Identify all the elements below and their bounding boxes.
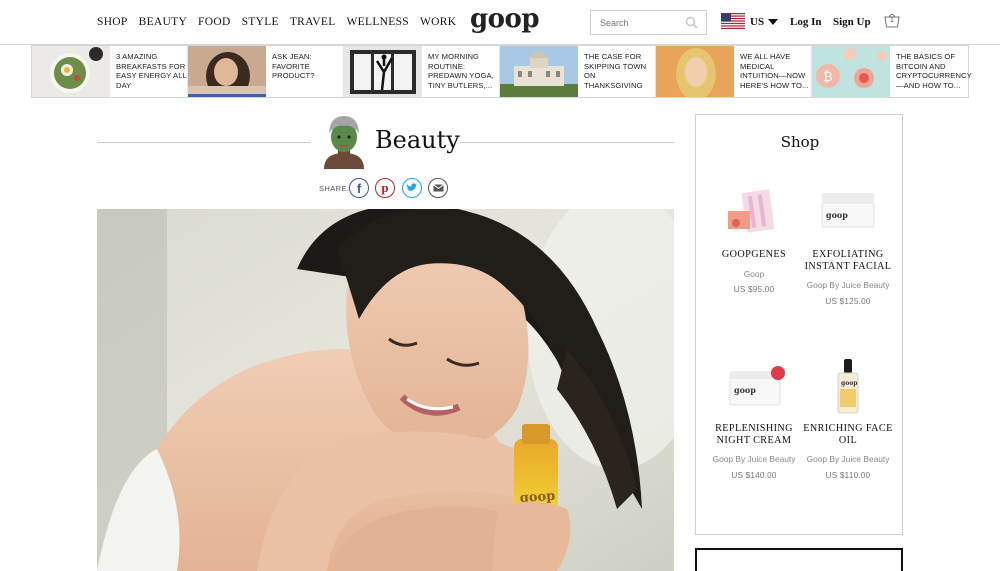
secondary-panel <box>695 548 903 571</box>
nav-work[interactable]: WORK <box>420 16 456 28</box>
pinterest-icon: p <box>381 180 389 195</box>
login-link[interactable]: Log In <box>790 16 822 28</box>
product-card[interactable]: goop ENRICHING FACE OIL Goop By Juice Be… <box>800 359 896 480</box>
cart-count: 1 <box>890 17 894 24</box>
nav-travel[interactable]: TRAVEL <box>290 16 336 28</box>
product-name: GOOPGENES <box>721 249 787 260</box>
product-brand: Goop By Juice Beauty <box>806 280 890 290</box>
nav-style[interactable]: STYLE <box>242 16 279 28</box>
search-icon[interactable] <box>685 16 698 29</box>
cart-button[interactable]: 1 <box>883 12 901 33</box>
nav-food[interactable]: FOOD <box>198 16 231 28</box>
svg-text:goop: goop <box>734 385 756 395</box>
promo-text: THE CASE FOR SKIPPING TOWN ON THANKSGIVI… <box>584 52 647 90</box>
pinterest-share-button[interactable]: p <box>375 178 395 198</box>
share-label: SHARE: <box>319 184 350 193</box>
product-price: US $125.00 <box>825 296 871 306</box>
product-card[interactable]: goop REPLENISHING NIGHT CREAM Goop By Ju… <box>706 359 802 480</box>
email-icon <box>432 184 444 192</box>
promo-text: WE ALL HAVE MEDICAL INTUITION—NOW HERE'S… <box>740 52 809 90</box>
divider-left <box>97 142 311 143</box>
divider-right <box>460 142 674 143</box>
product-name: EXFOLIATING INSTANT FACIAL <box>804 249 892 272</box>
woman-portrait-image <box>188 46 266 97</box>
promo-text: ASK JEAN: FAVORITE PRODUCT? <box>272 52 315 81</box>
promo-item[interactable]: THE CASE FOR SKIPPING TOWN ON THANKSGIVI… <box>500 46 656 97</box>
main-nav: SHOP BEAUTY FOOD STYLE TRAVEL WELLNESS W… <box>97 16 456 28</box>
country-selector[interactable]: US <box>750 16 764 28</box>
page-title: Beauty <box>375 126 460 154</box>
product-price: US $95.00 <box>733 285 775 294</box>
shop-panel: Shop GOOPGENES Goop US $95.00 goop EXFOL… <box>695 114 903 535</box>
product-card[interactable]: goop EXFOLIATING INSTANT FACIAL Goop By … <box>800 185 896 306</box>
promo-strip: 3 AMAZING BREAKFASTS FOR EASY ENERGY ALL… <box>31 45 972 98</box>
site-header: SHOP BEAUTY FOOD STYLE TRAVEL WELLNESS W… <box>0 0 1000 45</box>
us-flag-icon[interactable] <box>721 13 745 29</box>
product-card[interactable]: GOOPGENES Goop US $95.00 <box>706 185 802 294</box>
search-input[interactable] <box>591 11 681 34</box>
chevron-down-icon[interactable] <box>768 19 778 25</box>
hero-image[interactable]: goop <box>97 209 674 571</box>
active-indicator <box>188 94 266 97</box>
nav-wellness[interactable]: WELLNESS <box>347 16 409 28</box>
product-brand: Goop <box>743 268 765 279</box>
promo-item[interactable]: MY MORNING ROUTINE: PREDAWN YOGA, TINY B… <box>344 46 500 97</box>
product-name: ENRICHING FACE OIL <box>803 423 893 446</box>
promo-text: MY MORNING ROUTINE: PREDAWN YOGA, TINY B… <box>428 52 494 90</box>
promo-text: 3 AMAZING BREAKFASTS FOR EASY ENERGY ALL… <box>116 52 187 90</box>
shop-title: Shop <box>780 133 820 151</box>
twitter-share-button[interactable] <box>402 178 422 198</box>
breakfast-bowl-image <box>32 46 110 97</box>
signup-link[interactable]: Sign Up <box>833 16 871 28</box>
email-share-button[interactable] <box>428 178 448 198</box>
goop-logo[interactable]: goop <box>470 4 540 34</box>
twitter-icon <box>406 183 418 191</box>
goopgenes-product-image <box>706 185 802 241</box>
blonde-woman-image <box>656 46 734 97</box>
search-box[interactable] <box>590 10 707 35</box>
promo-item[interactable]: WE ALL HAVE MEDICAL INTUITION—NOW HERE'S… <box>656 46 812 97</box>
nav-shop[interactable]: SHOP <box>97 16 128 28</box>
promo-text: THE BASICS OF BITCOIN AND CRYPTOCURRENCY… <box>896 52 972 90</box>
product-brand: Goop By Juice Beauty <box>712 454 796 464</box>
product-brand: Goop By Juice Beauty <box>806 454 890 464</box>
svg-text:goop: goop <box>826 210 848 220</box>
bitcoin-coins-image: ₿ <box>812 46 890 97</box>
nav-beauty[interactable]: BEAUTY <box>139 16 187 28</box>
product-price: US $110.00 <box>825 470 871 480</box>
exfoliating-facial-product-image: goop <box>800 185 896 241</box>
facebook-icon: f <box>356 180 362 196</box>
face-oil-product-image: goop <box>800 359 896 415</box>
promo-item[interactable]: ₿ THE BASICS OF BITCOIN AND CRYPTOCURREN… <box>812 46 972 97</box>
mansion-image <box>500 46 578 97</box>
product-price: US $140.00 <box>731 470 777 480</box>
svg-text:₿: ₿ <box>823 70 833 85</box>
product-name: REPLENISHING NIGHT CREAM <box>715 423 793 446</box>
promo-item[interactable]: 3 AMAZING BREAKFASTS FOR EASY ENERGY ALL… <box>32 46 188 97</box>
yoga-pose-image <box>344 46 422 97</box>
promo-item[interactable]: ASK JEAN: FAVORITE PRODUCT? <box>188 46 344 97</box>
night-cream-product-image: goop <box>706 359 802 415</box>
beauty-face-mask-icon <box>324 116 364 169</box>
svg-text:goop: goop <box>841 380 857 387</box>
facebook-share-button[interactable]: f <box>349 178 369 198</box>
